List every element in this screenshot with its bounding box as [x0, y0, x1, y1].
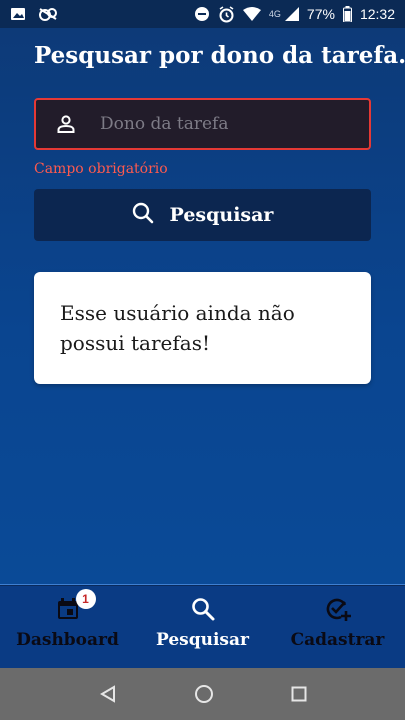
- search-button-label: Pesquisar: [169, 204, 274, 226]
- signal-icon: [284, 7, 299, 21]
- clock: 12:32: [359, 6, 395, 22]
- nav-label-dashboard: Dashboard: [16, 630, 119, 650]
- person-icon: [54, 112, 78, 136]
- search-icon: [132, 202, 154, 229]
- network-type: 4G: [268, 9, 281, 19]
- back-icon[interactable]: [99, 685, 117, 703]
- required-field-error: Campo obrigatório: [34, 161, 168, 177]
- image-notification-icon: [10, 6, 26, 22]
- system-navigation-bar: [0, 668, 405, 720]
- add-task-icon: [325, 596, 351, 622]
- nav-item-register[interactable]: Cadastrar: [270, 586, 405, 668]
- sync-notification-icon: [38, 6, 58, 22]
- nav-item-search[interactable]: Pesquisar: [135, 586, 270, 668]
- wifi-icon: [242, 7, 261, 21]
- empty-result-message: Esse usuário ainda não possui tarefas!: [60, 301, 295, 355]
- alarm-icon: [218, 5, 235, 23]
- nav-label-search: Pesquisar: [156, 630, 249, 650]
- battery-icon: [342, 6, 352, 22]
- status-bar: 4G 77% 12:32: [0, 0, 405, 28]
- home-icon[interactable]: [194, 684, 214, 704]
- search-icon: [190, 596, 216, 622]
- owner-field-container[interactable]: [34, 98, 371, 150]
- nav-label-register: Cadastrar: [290, 630, 385, 650]
- page-title: Pesqusar por dono da tarefa.: [34, 42, 405, 69]
- search-screen: Pesqusar por dono da tarefa. Campo obrig…: [0, 28, 405, 585]
- owner-input[interactable]: [100, 100, 369, 148]
- search-button[interactable]: Pesquisar: [34, 189, 371, 241]
- recents-icon[interactable]: [291, 686, 307, 702]
- do-not-disturb-icon: [194, 6, 210, 22]
- notification-badge: 1: [75, 589, 96, 609]
- nav-item-dashboard[interactable]: 1 Dashboard: [0, 586, 135, 668]
- battery-percent: 77%: [306, 6, 335, 22]
- bottom-navigation: 1 Dashboard Pesquisar Cadastrar: [0, 586, 405, 668]
- empty-result-card: Esse usuário ainda não possui tarefas!: [34, 272, 371, 384]
